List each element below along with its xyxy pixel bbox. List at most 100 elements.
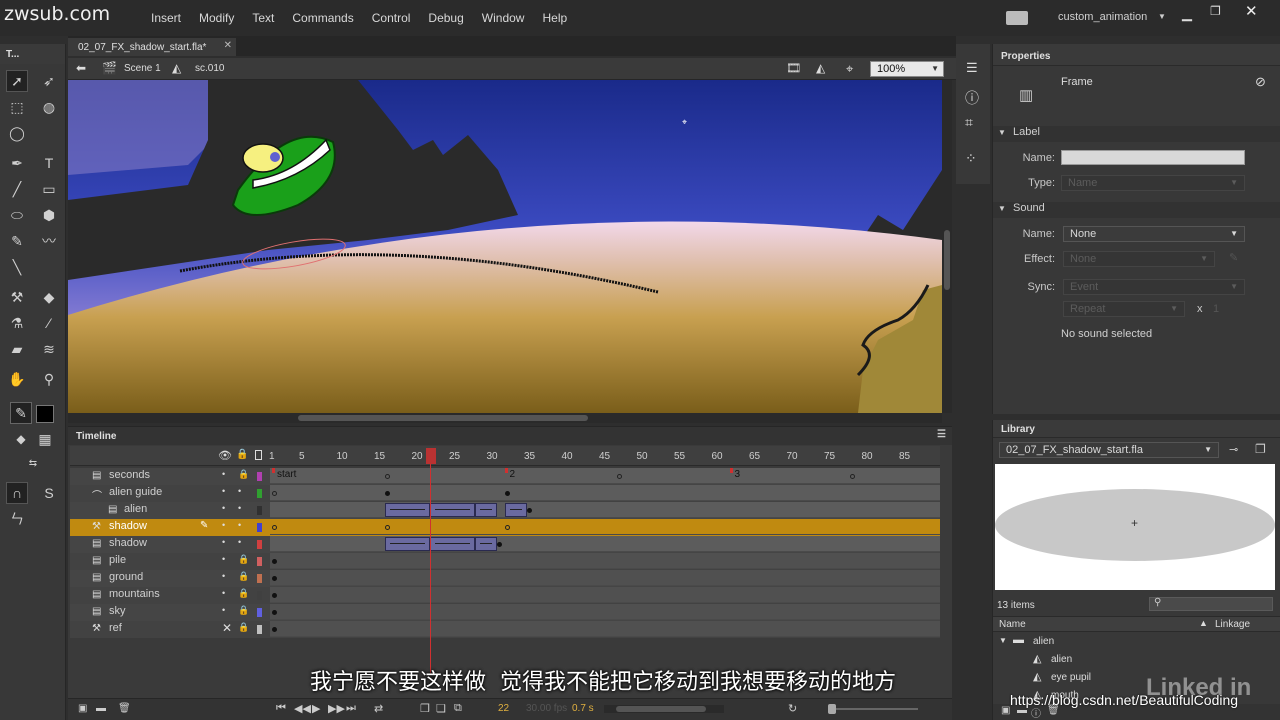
loop-icon[interactable]: ⇄ xyxy=(374,702,383,715)
lock-icon[interactable]: 🔒 xyxy=(238,622,249,633)
eyedropper-tool-icon[interactable]: ⁄ xyxy=(38,312,60,334)
timeline-zoom-slider[interactable] xyxy=(828,704,918,714)
keyframe[interactable] xyxy=(272,576,277,581)
frame-strip[interactable] xyxy=(270,621,940,637)
keyframe[interactable] xyxy=(384,491,390,496)
menu-modify[interactable]: Modify xyxy=(190,0,243,36)
layer-name[interactable]: sky xyxy=(109,605,126,617)
back-arrow-icon[interactable]: ⬅ xyxy=(76,61,86,75)
classic-tween[interactable] xyxy=(384,503,430,517)
label-type-select[interactable]: Name ▼ xyxy=(1061,175,1245,191)
frame-strip[interactable] xyxy=(270,587,940,603)
help-icon[interactable]: ⊘ xyxy=(1255,74,1266,90)
close-window-icon[interactable]: ✕ xyxy=(1245,2,1258,20)
swap-colors-icon[interactable]: ⇆ xyxy=(22,452,44,474)
layer-row-shadow[interactable]: ▤ shadow • • xyxy=(70,536,940,553)
timeline-h-scrollbar[interactable] xyxy=(604,705,724,713)
label-name-input[interactable] xyxy=(1061,150,1245,165)
visibility-dot-icon[interactable]: • xyxy=(222,571,225,581)
layer-row-pile[interactable]: ▤ pile • 🔒 xyxy=(70,553,940,570)
timeline-h-scroll-thumb[interactable] xyxy=(616,706,706,712)
layer-outline-color-swatch[interactable] xyxy=(257,608,262,617)
frame-strip[interactable] xyxy=(270,502,940,518)
text-tool-icon[interactable]: T xyxy=(38,152,60,174)
lock-all-icon[interactable]: 🔒 xyxy=(236,449,248,460)
classic-tween[interactable] xyxy=(504,503,527,517)
oval-tool-icon[interactable]: ⬭ xyxy=(6,204,28,226)
layer-name[interactable]: pile xyxy=(109,554,126,566)
stage-h-scrollbar[interactable] xyxy=(68,413,942,423)
keyframe[interactable] xyxy=(497,542,502,547)
keyframe[interactable] xyxy=(272,610,277,615)
library-item-row[interactable]: ◭ alien xyxy=(993,652,1280,669)
symbol-breadcrumb[interactable]: sc.010 xyxy=(195,63,224,74)
layer-row-seconds[interactable]: ▤ seconds • 🔒 start 2 3 xyxy=(70,468,940,485)
library-col-name[interactable]: Name xyxy=(999,619,1026,630)
line-tool-icon[interactable]: ╱ xyxy=(6,178,28,200)
info-panel-icon[interactable]: ⓘ xyxy=(965,88,979,108)
lock-icon[interactable]: 🔒 xyxy=(238,571,249,582)
zoom-select[interactable]: 100% ▼ xyxy=(870,61,944,77)
layer-row-ground[interactable]: ▤ ground • 🔒 xyxy=(70,570,940,587)
maximize-icon[interactable]: ❐ xyxy=(1210,4,1221,18)
visibility-dot-icon[interactable]: • xyxy=(222,520,225,530)
outline-all-icon[interactable] xyxy=(255,450,262,460)
layer-outline-color-swatch[interactable] xyxy=(257,472,262,481)
frame-strip[interactable] xyxy=(270,604,940,620)
classic-tween[interactable] xyxy=(384,537,430,551)
layer-row-shadow[interactable]: ⚒ shadow ✎ • • xyxy=(70,519,940,536)
layer-outline-color-swatch[interactable] xyxy=(257,591,262,600)
edit-effect-pencil-icon[interactable]: ✎ xyxy=(1229,251,1238,264)
layer-name[interactable]: shadow xyxy=(109,520,147,532)
free-transform-tool-icon[interactable]: ⬚ xyxy=(6,96,28,118)
keyframe[interactable] xyxy=(272,525,277,530)
stroke-color-icon[interactable]: ✎ xyxy=(10,402,32,424)
sound-name-select[interactable]: None ▼ xyxy=(1063,226,1245,242)
timeline-zoom-thumb[interactable] xyxy=(828,704,836,714)
paint-brush-tool-icon[interactable]: ╲ xyxy=(6,256,28,278)
repeat-select[interactable]: Repeat ▼ xyxy=(1063,301,1185,317)
lock-icon[interactable]: 🔒 xyxy=(238,588,249,599)
library-item-row[interactable]: ▼ ▬ alien xyxy=(993,634,1280,651)
frame-strip[interactable] xyxy=(270,553,940,569)
selection-tool-icon[interactable]: ➚ xyxy=(6,70,28,92)
go-to-first-frame-icon[interactable]: ⏮ xyxy=(276,702,286,715)
keyframe[interactable] xyxy=(272,593,277,598)
layer-outline-color-swatch[interactable] xyxy=(257,625,262,634)
layer-name[interactable]: shadow xyxy=(109,537,147,549)
delete-layer-icon[interactable]: 🗑 xyxy=(118,703,131,714)
menu-commands[interactable]: Commands xyxy=(283,0,362,36)
menu-control[interactable]: Control xyxy=(363,0,420,36)
refresh-icon[interactable]: ↻ xyxy=(788,702,797,715)
keyframe[interactable] xyxy=(849,474,855,479)
library-folder-expand-icon[interactable]: ▼ xyxy=(999,636,1007,645)
layer-row-ref[interactable]: ⚒ ref ✕ 🔒 xyxy=(70,621,940,638)
layer-name[interactable]: mountains xyxy=(109,588,160,600)
layer-name[interactable]: seconds xyxy=(109,469,150,481)
hand-tool-icon[interactable]: ✋ xyxy=(6,368,28,390)
keyframe[interactable] xyxy=(504,525,510,530)
menu-insert[interactable]: Insert xyxy=(142,0,190,36)
classic-tween[interactable] xyxy=(474,503,497,517)
smooth-icon[interactable]: S xyxy=(38,482,60,504)
layer-row-alien-guide[interactable]: ⌒ alien guide • • xyxy=(70,485,940,502)
eraser-tool-icon[interactable]: ▰ xyxy=(6,338,28,360)
lasso-tool-icon[interactable]: ◯ xyxy=(6,122,28,144)
menu-help[interactable]: Help xyxy=(533,0,576,36)
stage[interactable]: ⌖ xyxy=(68,80,942,413)
paint-bucket-tool-icon[interactable]: ◆ xyxy=(38,286,60,308)
fill-bucket-small-icon[interactable]: ◆ xyxy=(10,428,32,450)
layer-outline-color-swatch[interactable] xyxy=(257,489,262,498)
subselection-tool-icon[interactable]: ➶ xyxy=(38,70,60,92)
sound-section-header[interactable]: ▼ Sound xyxy=(993,202,1280,218)
keyframe[interactable] xyxy=(272,627,277,632)
brush-tool-icon[interactable]: 〰 xyxy=(38,230,60,252)
layer-row-alien[interactable]: ▤ alien • • xyxy=(70,502,940,519)
library-col-linkage[interactable]: Linkage xyxy=(1215,619,1250,630)
polystar-tool-icon[interactable]: ⬢ xyxy=(38,204,60,226)
edit-multiple-frames-icon[interactable]: ⧉ xyxy=(454,702,462,715)
layer-row-mountains[interactable]: ▤ mountains • 🔒 xyxy=(70,587,940,604)
scene-breadcrumb[interactable]: Scene 1 xyxy=(124,63,161,74)
keyframe[interactable] xyxy=(272,491,277,496)
playhead[interactable] xyxy=(426,448,436,464)
